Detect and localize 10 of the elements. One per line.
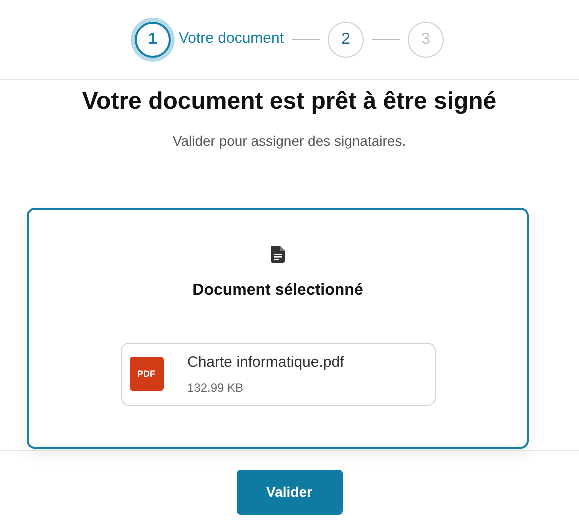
card-heading: Document sélectionné [192, 280, 364, 301]
step-label: Votre document [178, 29, 284, 50]
page-subtitle: Valider pour assigner des signataires. [172, 132, 408, 151]
file-size: 132.99 KB [188, 380, 245, 397]
validate-button[interactable]: Valider [236, 470, 342, 515]
step-indicator[interactable]: 2 [328, 22, 364, 58]
file-name: Charte informatique.pdf [188, 353, 344, 374]
page-title: Votre document est prêt à être signé [81, 88, 498, 117]
pdf-icon: PDF [130, 357, 164, 392]
document-icon [271, 246, 285, 263]
